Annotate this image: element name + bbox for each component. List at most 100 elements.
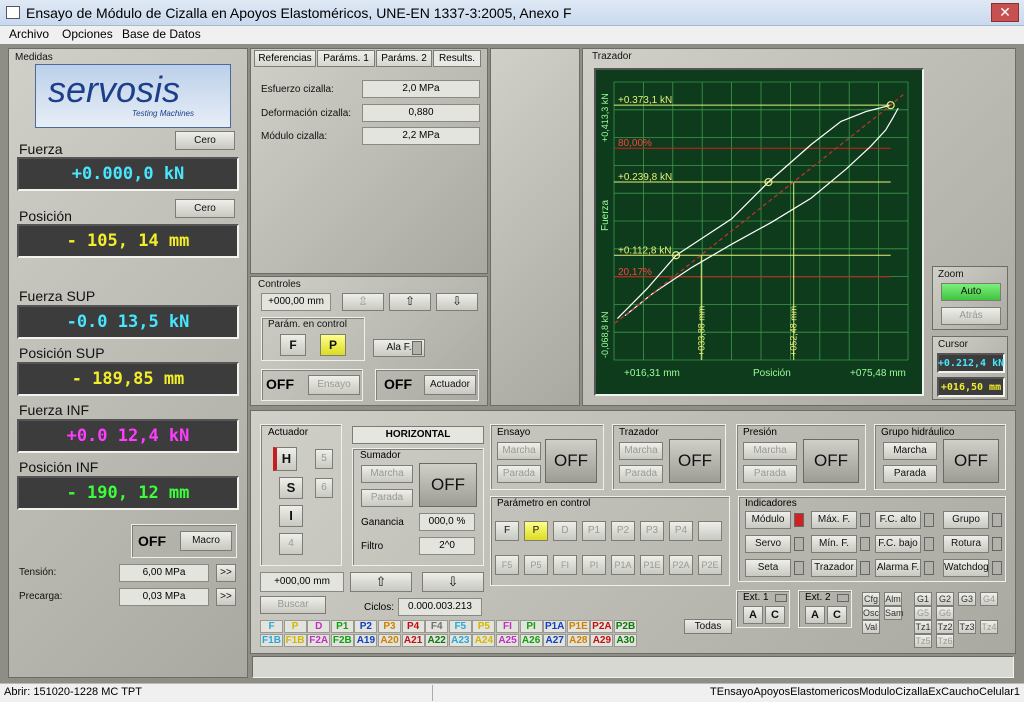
channel-chip[interactable]: F2A [307,634,331,647]
channel-chip[interactable]: A20 [378,634,401,647]
hidraulico-marcha-button[interactable]: Marcha [883,442,937,460]
channel-chip[interactable]: P2B [614,620,637,633]
channel-chip[interactable]: F5 [448,620,472,633]
indicator-watchdog-button[interactable]: Watchdog [943,559,989,577]
controles-down-button[interactable]: ⇩ [436,293,478,311]
control-p-button[interactable]: P [320,334,346,356]
menu-archivo[interactable]: Archivo [9,27,49,41]
channel-chip[interactable]: P2A [590,620,614,633]
menu-opciones[interactable]: Opciones [62,27,113,41]
param-P3-button[interactable]: P3 [640,521,664,541]
menu-base-de-datos[interactable]: Base de Datos [122,27,201,41]
channel-chip[interactable]: FI [496,620,519,633]
tab-params-2[interactable]: Paráms. 2 [376,50,432,67]
param-p2e-button[interactable]: P2E [698,555,722,575]
ensayo-marcha-button[interactable]: Marcha [497,442,541,460]
mini-tz5-button[interactable]: Tz5 [914,634,932,648]
presion-parada-button[interactable]: Parada [743,465,797,483]
param-F-button[interactable]: F [495,521,519,541]
cero-posicion-button[interactable]: Cero [175,199,235,218]
mini-sam-button[interactable]: Sam [884,606,904,620]
controles-hold-button[interactable]: ⇫ [342,293,384,311]
mini-g6-button[interactable]: G6 [936,606,954,620]
mini-tz3-button[interactable]: Tz3 [958,620,976,634]
mini-cfg-button[interactable]: Cfg [862,592,880,606]
mini-tz4-button[interactable]: Tz4 [980,620,998,634]
param-p1e-button[interactable]: P1E [640,555,664,575]
channel-chip[interactable]: A23 [448,634,472,647]
tab-results[interactable]: Results. [433,50,481,67]
indicator-trazador-button[interactable]: Trazador [811,559,857,577]
channel-chip[interactable]: F4 [425,620,449,633]
precarga-arrow-button[interactable]: >> [216,588,236,606]
actuador-6-button[interactable]: 6 [315,478,333,498]
ext2-a-button[interactable]: A [805,606,825,624]
param-p5-button[interactable]: P5 [524,555,548,575]
hidraulico-parada-button[interactable]: Parada [883,465,937,483]
param-p1a-button[interactable]: P1A [611,555,635,575]
indicator-grupo-button[interactable]: Grupo [943,511,989,529]
indicator-seta-button[interactable]: Seta [745,559,791,577]
channel-chip[interactable]: A27 [543,634,567,647]
channel-chip[interactable]: P4 [401,620,425,633]
param-P4-button[interactable]: P4 [669,521,693,541]
tab-referencias[interactable]: Referencias [254,50,316,67]
control-f-button[interactable]: F [280,334,306,356]
param-p2a-button[interactable]: P2A [669,555,693,575]
ensayo-parada-button[interactable]: Parada [497,465,541,483]
channel-chip[interactable]: P1A [543,620,567,633]
channel-chip[interactable]: PI [519,620,543,633]
ext2-c-button[interactable]: C [827,606,847,624]
mini-g2-button[interactable]: G2 [936,592,954,606]
actuador-4-button[interactable]: 4 [279,533,303,555]
actuador-i-button[interactable]: I [279,505,303,527]
param-D-button[interactable]: D [553,521,577,541]
channel-chip[interactable]: F [260,620,283,633]
channel-chip[interactable]: A26 [519,634,543,647]
channel-chip[interactable]: P2 [354,620,378,633]
channel-chip[interactable]: A28 [566,634,590,647]
indicator-m-x-f--button[interactable]: Máx. F. [811,511,857,529]
channel-chip[interactable]: A25 [496,634,519,647]
channel-chip[interactable]: P1 [330,620,354,633]
cero-fuerza-button[interactable]: Cero [175,131,235,150]
zoom-atras-button[interactable]: Atrás [941,307,1001,325]
zoom-auto-button[interactable]: Auto [941,283,1001,301]
ala-f-button[interactable]: Ala F. [373,339,425,357]
mini-alm-button[interactable]: Alm [884,592,902,606]
horizontal-up-button[interactable]: ⇧ [350,572,412,592]
channel-chip[interactable]: P3 [378,620,401,633]
sumador-marcha-button[interactable]: Marcha [361,465,413,483]
actuador-control-button[interactable]: Actuador [424,375,476,395]
indicator-servo-button[interactable]: Servo [745,535,791,553]
indicator-m-n-f--button[interactable]: Mín. F. [811,535,857,553]
sumador-parada-button[interactable]: Parada [361,489,413,507]
ext1-a-button[interactable]: A [743,606,763,624]
indicator-rotura-button[interactable]: Rotura [943,535,989,553]
param-P2-button[interactable]: P2 [611,521,635,541]
channel-chip[interactable]: D [307,620,331,633]
actuador-s-button[interactable]: S [279,477,303,499]
param-fi-button[interactable]: FI [553,555,577,575]
mini-g1-button[interactable]: G1 [914,592,932,606]
channel-chip[interactable]: P [283,620,307,633]
tension-arrow-button[interactable]: >> [216,564,236,582]
channel-chip[interactable]: F2B [330,634,354,647]
channel-chip[interactable]: A21 [401,634,425,647]
channel-chip[interactable]: A30 [614,634,637,647]
mini-g4-button[interactable]: G4 [980,592,998,606]
param-f5-button[interactable]: F5 [495,555,519,575]
param-P-button[interactable]: P [524,521,548,541]
indicator-m-dulo-button[interactable]: Módulo [745,511,791,529]
param-blank-button[interactable] [698,521,722,541]
mini-g3-button[interactable]: G3 [958,592,976,606]
tab-params-1[interactable]: Paráms. 1 [317,50,375,67]
actuador-5-button[interactable]: 5 [315,449,333,469]
channel-chip[interactable]: A24 [472,634,496,647]
presion-marcha-button[interactable]: Marcha [743,442,797,460]
channel-chip[interactable]: A22 [425,634,449,647]
ensayo-control-button[interactable]: Ensayo [308,375,360,395]
mini-tz2-button[interactable]: Tz2 [936,620,954,634]
channel-chip[interactable]: P5 [472,620,496,633]
channel-chip[interactable]: A29 [590,634,614,647]
